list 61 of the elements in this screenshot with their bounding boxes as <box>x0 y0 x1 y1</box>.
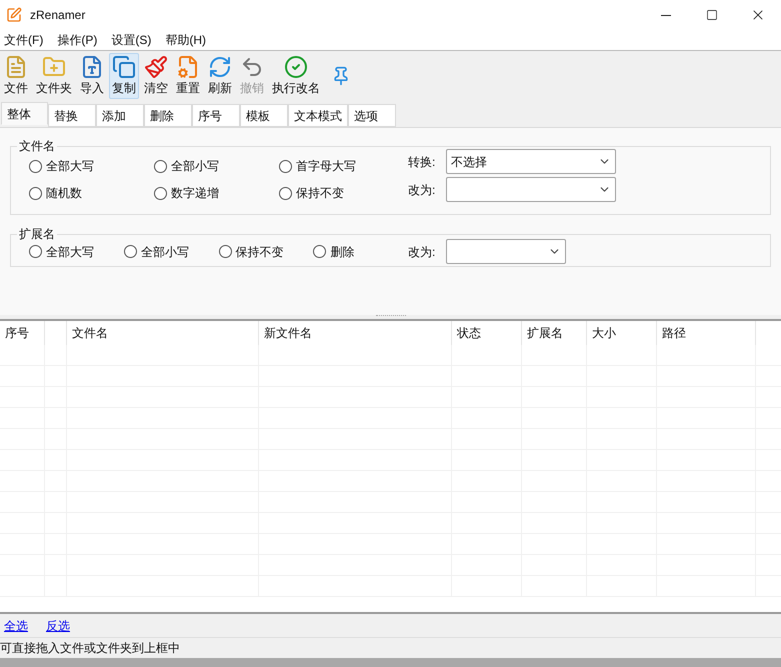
tab[interactable]: 替换 <box>48 104 96 127</box>
toolbar-button[interactable]: 清空 <box>141 53 171 99</box>
column-header[interactable]: 大小 <box>592 324 616 342</box>
tab[interactable]: 文本模式 <box>288 104 348 127</box>
tab[interactable]: 删除 <box>144 104 192 127</box>
window-title: zRenamer <box>30 7 86 24</box>
folder-icon <box>42 55 66 79</box>
field-label: 改为: <box>408 182 436 198</box>
toolbar-button[interactable]: 文件夹 <box>33 53 75 99</box>
toolbar-button[interactable]: 导入 <box>77 53 107 99</box>
toolbar-button[interactable]: 重置 <box>173 53 203 99</box>
undo-icon <box>240 55 264 79</box>
link[interactable]: 全选 <box>4 616 28 634</box>
minimize-icon <box>661 14 671 16</box>
link[interactable]: 反选 <box>46 616 70 634</box>
check-circle-icon <box>284 55 308 79</box>
radio-option[interactable]: 删除 <box>313 242 408 260</box>
file-icon <box>4 55 28 79</box>
toolbar-button[interactable]: 复制 <box>109 53 139 99</box>
dropdown-field[interactable] <box>446 239 566 264</box>
radio-option[interactable]: 全部大写 <box>29 157 134 175</box>
broom-icon <box>144 55 168 79</box>
tab[interactable]: 选项 <box>348 104 396 127</box>
dropdown-field[interactable]: 不选择 <box>446 149 616 174</box>
status-text: 可直接拖入文件或文件夹到上框中 <box>0 640 180 657</box>
document-icon <box>80 55 104 79</box>
tab[interactable]: 添加 <box>96 104 144 127</box>
radio-option[interactable]: 保持不变 <box>218 242 314 260</box>
menu-item[interactable]: 设置(S) <box>111 31 152 49</box>
maximize-icon <box>706 9 718 21</box>
toolbar-button[interactable]: 文件 <box>1 53 31 99</box>
radio-option[interactable]: 随机数 <box>29 184 134 202</box>
radio-option[interactable]: 全部小写 <box>154 157 259 175</box>
radio-option[interactable]: 全部大写 <box>29 242 124 260</box>
menu-item[interactable]: 文件(F) <box>4 31 44 49</box>
tab[interactable]: 模板 <box>240 104 288 127</box>
column-header[interactable]: 扩展名 <box>527 324 563 342</box>
column-header[interactable]: 状态 <box>457 324 481 342</box>
document-icon <box>176 55 200 79</box>
radio-option[interactable]: 保持不变 <box>279 184 384 202</box>
tab[interactable]: 序号 <box>192 104 240 127</box>
group-title: 文件名 <box>18 138 56 155</box>
radio-option[interactable]: 全部小写 <box>124 242 218 260</box>
app-logo-icon <box>6 7 22 23</box>
toolbar-button[interactable]: 执行改名 <box>269 53 323 99</box>
tab[interactable]: 整体 <box>1 102 48 125</box>
group-title: 扩展名 <box>18 226 56 243</box>
menu-item[interactable]: 操作(P) <box>57 31 98 49</box>
column-header[interactable]: 新文件名 <box>264 324 312 342</box>
field-label: 转换: <box>408 154 436 170</box>
dropdown-field[interactable] <box>446 177 616 202</box>
field-label: 改为: <box>408 244 436 260</box>
radio-option[interactable]: 首字母大写 <box>279 157 384 175</box>
copy-icon <box>112 55 136 79</box>
menu-item[interactable]: 帮助(H) <box>165 31 206 49</box>
refresh-icon <box>208 55 232 79</box>
radio-option[interactable]: 数字递增 <box>154 184 259 202</box>
column-header[interactable]: 路径 <box>662 324 686 342</box>
column-header[interactable]: 序号 <box>5 324 29 342</box>
column-header[interactable]: 文件名 <box>72 324 108 342</box>
toolbar-button[interactable]: 刷新 <box>205 53 235 99</box>
